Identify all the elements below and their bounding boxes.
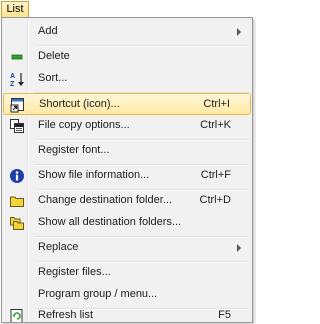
menu-item-register-files[interactable]: Register files... xyxy=(3,262,251,284)
menu-item-label: Change destination folder... xyxy=(38,194,172,206)
shortcut-icon xyxy=(10,97,26,113)
menu-item-label: Program group / menu... xyxy=(38,288,158,300)
submenu-arrow-icon xyxy=(237,28,241,36)
menu-item-label: Register files... xyxy=(38,266,111,278)
refresh-icon xyxy=(9,308,25,322)
menu-item-program-group-menu[interactable]: Program group / menu... xyxy=(3,284,251,306)
menu-item-shortcut: Ctrl+I xyxy=(203,98,230,110)
menu-item-label: Delete xyxy=(38,50,70,62)
menu-item-register-font[interactable]: Register font... xyxy=(3,140,251,162)
file-copy-icon xyxy=(9,118,25,134)
menu-item-shortcut: Ctrl+F xyxy=(200,169,231,181)
menu-item-label: Add xyxy=(38,25,58,37)
menu-item-refresh-list[interactable]: Refresh list F5 xyxy=(3,309,251,322)
menu-item-label: Show file information... xyxy=(38,169,150,181)
list-menu-button[interactable]: List xyxy=(1,1,29,17)
menu-item-label: Replace xyxy=(38,241,79,253)
menu-item-label: Refresh list xyxy=(38,309,94,321)
folder-icon xyxy=(9,193,25,209)
svg-text:A: A xyxy=(10,73,15,80)
menu-item-show-file-information[interactable]: Show file information... Ctrl+F xyxy=(3,165,251,187)
menu-item-label: Shortcut (icon)... xyxy=(39,98,120,110)
sort-az-icon: A Z xyxy=(9,71,25,88)
menu-item-replace[interactable]: Replace xyxy=(3,237,251,259)
list-dropdown-menu: Add Delete A Z Sort... Shortcut (icon)..… xyxy=(1,17,253,323)
submenu-arrow-icon xyxy=(237,244,241,252)
menu-item-label: Sort... xyxy=(38,72,68,84)
menu-item-add[interactable]: Add xyxy=(3,21,251,43)
menu-item-show-all-destination-folders[interactable]: Show all destination folders... xyxy=(3,212,251,234)
delete-icon xyxy=(9,49,25,65)
menu-item-delete[interactable]: Delete xyxy=(3,46,251,68)
info-icon xyxy=(9,168,25,184)
menu-item-shortcut-icon[interactable]: Shortcut (icon)... Ctrl+I xyxy=(3,93,251,115)
menu-item-shortcut: F5 xyxy=(218,309,231,321)
menu-item-file-copy-options[interactable]: File copy options... Ctrl+K xyxy=(3,115,251,137)
menu-item-label: Show all destination folders... xyxy=(38,216,182,228)
menu-item-label: File copy options... xyxy=(38,119,130,131)
menu-item-label: Register font... xyxy=(38,144,110,156)
svg-text:Z: Z xyxy=(10,81,15,87)
menu-item-change-destination-folder[interactable]: Change destination folder... Ctrl+D xyxy=(3,190,251,212)
menu-item-shortcut: Ctrl+D xyxy=(199,194,231,206)
folders-icon xyxy=(9,215,25,231)
menu-item-shortcut: Ctrl+K xyxy=(200,119,231,131)
menu-item-sort[interactable]: A Z Sort... xyxy=(3,68,251,90)
